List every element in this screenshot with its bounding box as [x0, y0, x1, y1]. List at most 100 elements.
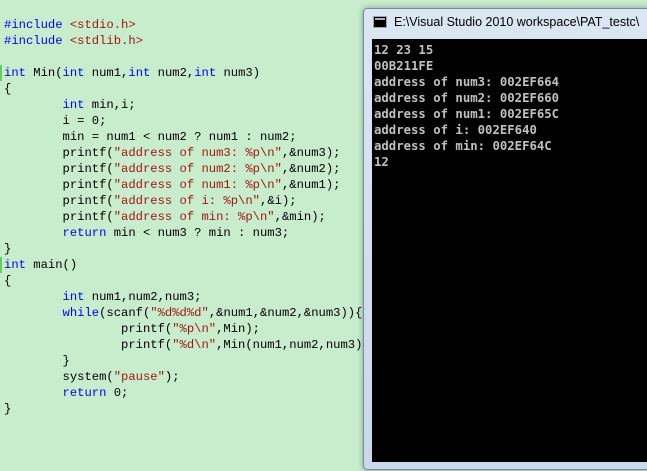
preprocessor-token: #include	[4, 18, 70, 32]
code-line[interactable]: int main()	[4, 257, 77, 273]
console-window[interactable]: E:\Visual Studio 2010 workspace\PAT_test…	[363, 8, 647, 470]
code-token: printf(	[4, 322, 173, 336]
keyword-token: int	[194, 66, 217, 80]
preprocessor-token: #include	[4, 34, 70, 48]
code-line[interactable]: printf("%p\n",Min);	[4, 321, 260, 337]
code-token: );	[164, 370, 180, 384]
code-line[interactable]: int min,i;	[4, 97, 136, 113]
console-titlebar[interactable]: E:\Visual Studio 2010 workspace\PAT_test…	[364, 9, 647, 37]
console-output[interactable]: 12 23 15 00B211FE address of num3: 002EF66…	[372, 39, 647, 462]
code-token: system(	[4, 370, 114, 384]
code-token: main()	[25, 258, 78, 272]
code-token: printf(	[4, 210, 114, 224]
code-line[interactable]: min = num1 < num2 ? num1 : num2;	[4, 129, 297, 145]
console-title: E:\Visual Studio 2010 workspace\PAT_test…	[394, 15, 640, 29]
code-token: (scanf(	[99, 306, 151, 320]
console-output-line: 12	[374, 155, 389, 169]
keyword-token: int	[4, 258, 26, 272]
console-output-line: 12 23 15	[374, 43, 434, 57]
keyword-token: while	[62, 306, 100, 320]
code-token: Min(	[25, 66, 63, 80]
string-token: "address of num1: %p\n"	[113, 178, 282, 192]
code-token: ,&num3);	[281, 146, 341, 160]
code-token: num1,	[84, 66, 129, 80]
code-token: ,Min(num1,num2,num3));	[216, 338, 378, 352]
code-token: min,i;	[84, 98, 136, 112]
code-line[interactable]: printf("%d\n",Min(num1,num2,num3));	[4, 337, 377, 353]
outline-marker[interactable]	[0, 257, 2, 273]
console-output-line: 00B211FE	[374, 59, 434, 73]
code-token: printf(	[4, 194, 114, 208]
code-token: ,&num1,&num2,&num3)){	[208, 306, 363, 320]
string-token: "%d%d%d"	[150, 306, 209, 320]
code-line[interactable]: #include <stdio.h>	[4, 17, 136, 33]
code-line[interactable]: int num1,num2,num3;	[4, 289, 202, 305]
include-path-token: <stdlib.h>	[69, 34, 143, 48]
code-token: printf(	[4, 178, 114, 192]
keyword-token: return	[62, 386, 107, 400]
console-output-line: address of min: 002EF64C	[374, 139, 552, 153]
code-token: min < num3 ? min : num3;	[106, 226, 290, 240]
console-output-line: address of num2: 002EF660	[374, 91, 560, 105]
console-output-line: address of num1: 002EF65C	[374, 107, 560, 121]
code-line[interactable]: printf("address of i: %p\n",&i);	[4, 193, 297, 209]
console-icon	[373, 16, 387, 28]
string-token: "%d\n"	[172, 338, 217, 352]
code-token: num1,num2,num3;	[84, 290, 202, 304]
code-token: printf(	[4, 162, 114, 176]
code-line[interactable]: return min < num3 ? min : num3;	[4, 225, 290, 241]
code-line[interactable]: {	[4, 81, 11, 97]
outline-marker[interactable]	[0, 65, 2, 81]
code-token: 0;	[106, 386, 129, 400]
code-line[interactable]: printf("address of num2: %p\n",&num2);	[4, 161, 341, 177]
string-token: "address of min: %p\n"	[113, 210, 275, 224]
string-token: "pause"	[113, 370, 165, 384]
code-token: {	[4, 274, 12, 288]
code-token: ,&i);	[260, 194, 297, 208]
code-line[interactable]: while(scanf("%d%d%d",&num1,&num2,&num3))…	[4, 305, 363, 321]
code-token: }	[4, 354, 70, 368]
keyword-token: int	[4, 66, 26, 80]
code-token: ,&min);	[274, 210, 326, 224]
code-line[interactable]: system("pause");	[4, 369, 180, 385]
code-line[interactable]: return 0;	[4, 385, 129, 401]
keyword-token: int	[62, 290, 85, 304]
code-token: num2,	[150, 66, 195, 80]
code-line[interactable]: printf("address of num1: %p\n",&num1);	[4, 177, 341, 193]
code-line[interactable]: printf("address of min: %p\n",&min);	[4, 209, 326, 225]
code-line[interactable]: }	[4, 401, 11, 417]
keyword-token: int	[128, 66, 151, 80]
string-token: "address of num3: %p\n"	[113, 146, 282, 160]
code-token: }	[4, 402, 12, 416]
code-token: i = 0;	[4, 114, 107, 128]
string-token: "address of i: %p\n"	[113, 194, 260, 208]
keyword-token: int	[62, 98, 85, 112]
code-line[interactable]: }	[4, 353, 70, 369]
keyword-token: int	[62, 66, 85, 80]
code-line[interactable]: i = 0;	[4, 113, 107, 129]
string-token: "%p\n"	[172, 322, 217, 336]
code-token: ,&num2);	[281, 162, 341, 176]
code-line[interactable]: }	[4, 241, 11, 257]
code-token: {	[4, 82, 12, 96]
code-token: printf(	[4, 146, 114, 160]
include-path-token: <stdio.h>	[69, 18, 136, 32]
code-line[interactable]: int Min(int num1,int num2,int num3)	[4, 65, 260, 81]
code-token: ,Min);	[216, 322, 260, 336]
console-output-line: address of num3: 002EF664	[374, 75, 560, 89]
code-token: num3)	[216, 66, 261, 80]
code-line[interactable]: printf("address of num3: %p\n",&num3);	[4, 145, 341, 161]
code-line[interactable]: #include <stdlib.h>	[4, 33, 143, 49]
code-token: printf(	[4, 338, 173, 352]
code-token: ,&num1);	[281, 178, 341, 192]
code-token: }	[4, 242, 12, 256]
string-token: "address of num2: %p\n"	[113, 162, 282, 176]
code-line[interactable]: {	[4, 273, 11, 289]
keyword-token: return	[62, 226, 107, 240]
console-output-line: address of i: 002EF640	[374, 123, 537, 137]
